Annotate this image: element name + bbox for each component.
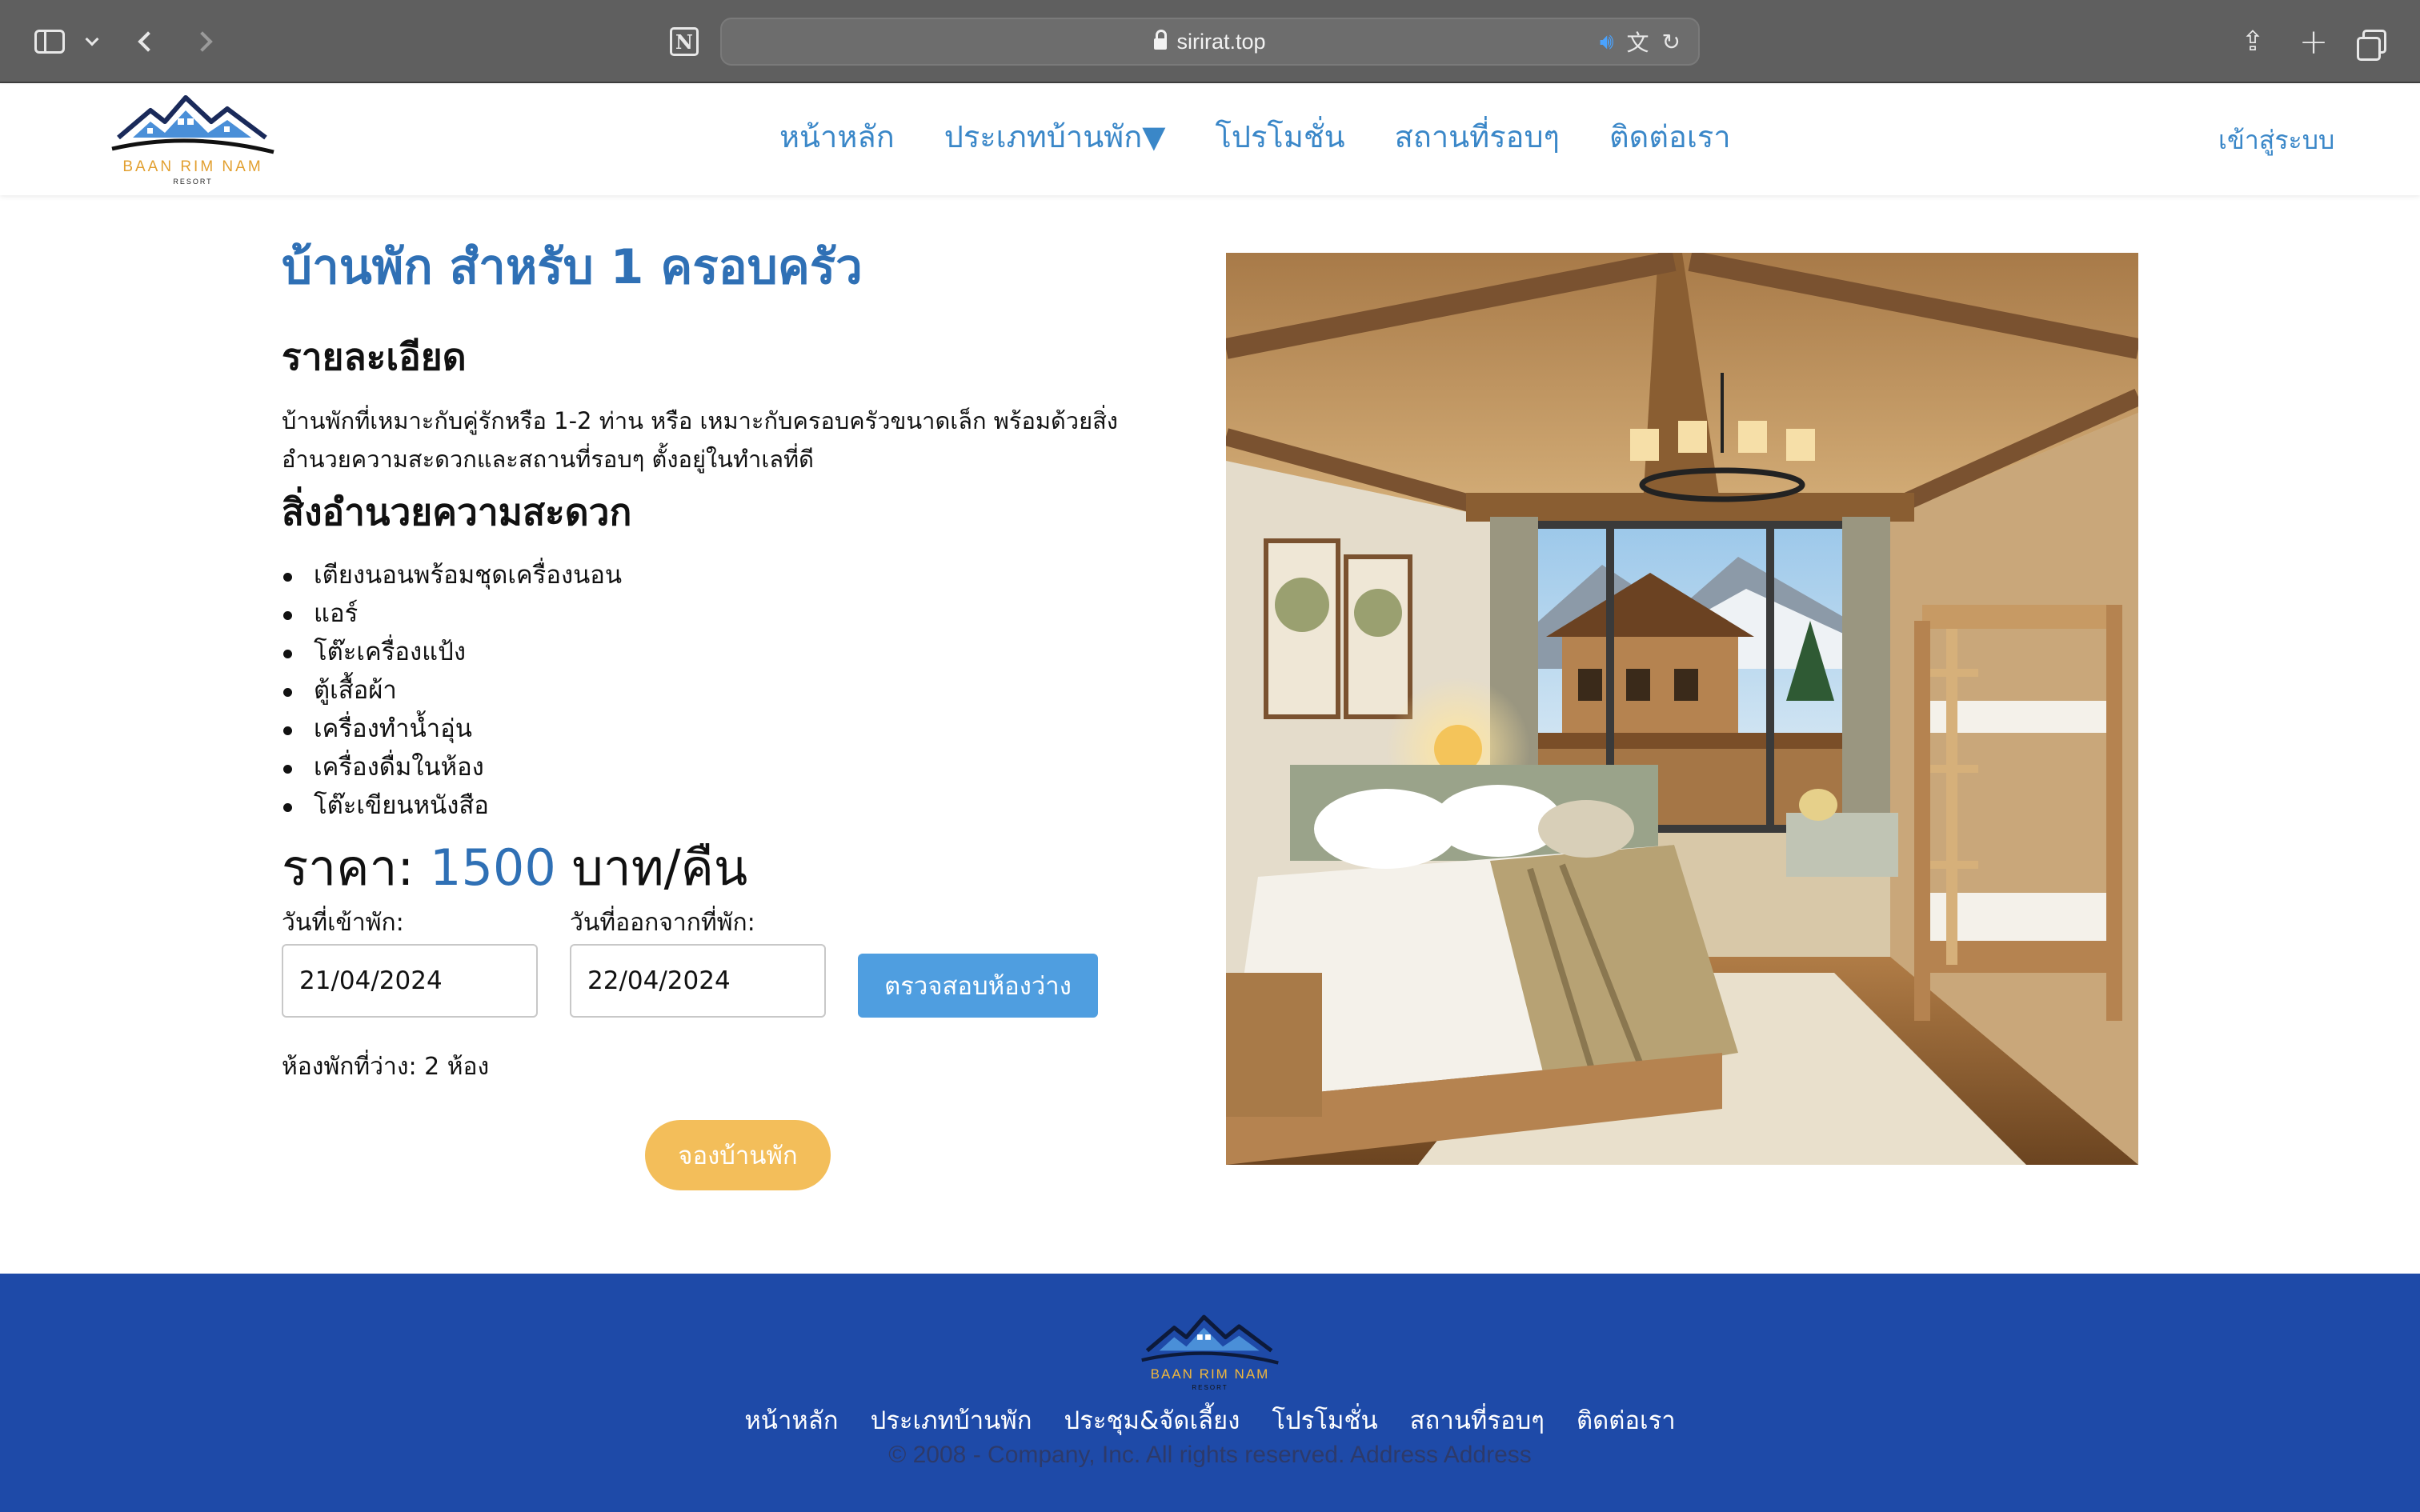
footer-nav: หน้าหลัก ประเภทบ้านพัก ประชุม&จัดเลี้ยง … — [0, 1400, 2420, 1440]
main-nav: หน้าหลัก ประเภทบ้านพัก▼ โปรโมชั่น สถานที… — [779, 112, 1731, 161]
list-item: แอร์ — [282, 594, 622, 633]
address-bar[interactable]: sirirat.top 🔊︎ 文 ↻ — [720, 18, 1700, 66]
price-value: 1500 — [430, 838, 556, 897]
notion-extension-icon[interactable]: N — [664, 18, 704, 66]
site-footer: BAAN RIM NAM RESORT หน้าหลัก ประเภทบ้านพ… — [0, 1274, 2420, 1512]
footer-nav-promotions[interactable]: โปรโมชั่น — [1272, 1400, 1377, 1440]
amenities-heading: สิ่งอำนวยความสะดวก — [282, 490, 632, 534]
url-text: sirirat.top — [1176, 29, 1266, 54]
footer-nav-room-types[interactable]: ประเภทบ้านพัก — [871, 1400, 1032, 1440]
translate-icon[interactable]: 文 — [1627, 26, 1649, 58]
chevron-right-icon — [192, 31, 213, 52]
resort-logo[interactable]: BAAN RIM NAM RESORT — [109, 88, 277, 190]
nav-nearby-places[interactable]: สถานที่รอบๆ — [1395, 112, 1560, 161]
checkin-label: วันที่เข้าพัก: — [282, 909, 404, 937]
share-icon[interactable]: ⇪ — [2233, 18, 2273, 66]
footer-logo-text: BAAN RIM NAM — [1150, 1366, 1270, 1382]
nav-promotions[interactable]: โปรโมชั่น — [1215, 112, 1344, 161]
footer-logo[interactable]: BAAN RIM NAM RESORT — [1138, 1309, 1282, 1397]
list-item: เครื่องดื่มในห้อง — [282, 748, 622, 786]
availability-status: ห้องพักที่ว่าง: 2 ห้อง — [282, 1053, 490, 1081]
nav-contact[interactable]: ติดต่อเรา — [1609, 112, 1731, 161]
house-roof-icon — [111, 95, 274, 154]
nav-home[interactable]: หน้าหลัก — [779, 112, 895, 161]
copyright-text: © 2008 - Company, Inc. All rights reserv… — [888, 1442, 1532, 1468]
check-availability-button[interactable]: ตรวจสอบห้องว่าง — [858, 954, 1098, 1018]
nav-room-types[interactable]: ประเภทบ้านพัก▼ — [944, 112, 1166, 161]
list-item: เครื่องทำน้ำอุ่น — [282, 710, 622, 748]
footer-nav-meetings[interactable]: ประชุม&จัดเลี้ยง — [1064, 1400, 1240, 1440]
page-title: บ้านพัก สำหรับ 1 ครอบครัว — [282, 239, 863, 295]
chevron-left-icon — [138, 31, 158, 52]
tab-overview-icon[interactable] — [2354, 18, 2394, 66]
list-item: เตียงนอนพร้อมชุดเครื่องนอน — [282, 556, 622, 594]
list-item: โต๊ะเครื่องแป้ง — [282, 633, 622, 671]
amenities-list: เตียงนอนพร้อมชุดเครื่องนอน แอร์ โต๊ะเครื… — [282, 556, 622, 825]
speaker-icon[interactable]: 🔊︎ — [1600, 28, 1614, 55]
price: ราคา: 1500 บาท/คืน — [282, 829, 747, 907]
checkout-label: วันที่ออกจากที่พัก: — [570, 909, 755, 937]
checkin-date-input[interactable] — [282, 944, 538, 1018]
logo-text: BAAN RIM NAM — [122, 158, 263, 175]
back-button[interactable] — [128, 18, 168, 66]
footer-nav-contact[interactable]: ติดต่อเรา — [1577, 1400, 1676, 1440]
price-label: ราคา: — [282, 838, 415, 897]
new-tab-icon[interactable]: + — [2294, 18, 2334, 66]
footer-nav-home[interactable]: หน้าหลัก — [744, 1400, 838, 1440]
reload-icon[interactable]: ↻ — [1662, 29, 1681, 55]
house-roof-icon — [1141, 1314, 1279, 1365]
chevron-down-icon[interactable] — [80, 18, 104, 66]
lock-icon — [1154, 30, 1168, 50]
checkout-date-input[interactable] — [570, 944, 826, 1018]
sidebar-toggle-icon[interactable] — [29, 18, 70, 66]
login-link[interactable]: เข้าสู่ระบบ — [2218, 120, 2334, 161]
logo-subtext: RESORT — [173, 178, 213, 186]
room-photo — [1226, 253, 2138, 1165]
list-item: ตู้เสื้อผ้า — [282, 671, 622, 710]
price-unit: บาท/คืน — [571, 838, 748, 897]
details-heading: รายละเอียด — [282, 335, 467, 378]
footer-logo-subtext: RESORT — [1192, 1384, 1228, 1391]
list-item: โต๊ะเขียนหนังสือ — [282, 786, 622, 825]
site-header: BAAN RIM NAM RESORT หน้าหลัก ประเภทบ้านพ… — [0, 85, 2420, 195]
forward-button[interactable] — [182, 18, 222, 66]
browser-toolbar: N sirirat.top 🔊︎ 文 ↻ ⇪ + — [0, 0, 2420, 83]
footer-nav-nearby-places[interactable]: สถานที่รอบๆ — [1410, 1400, 1545, 1440]
room-description: บ้านพักที่เหมาะกับคู่รักหรือ 1-2 ท่าน หร… — [282, 407, 1118, 473]
book-button[interactable]: จองบ้านพัก — [645, 1120, 831, 1190]
